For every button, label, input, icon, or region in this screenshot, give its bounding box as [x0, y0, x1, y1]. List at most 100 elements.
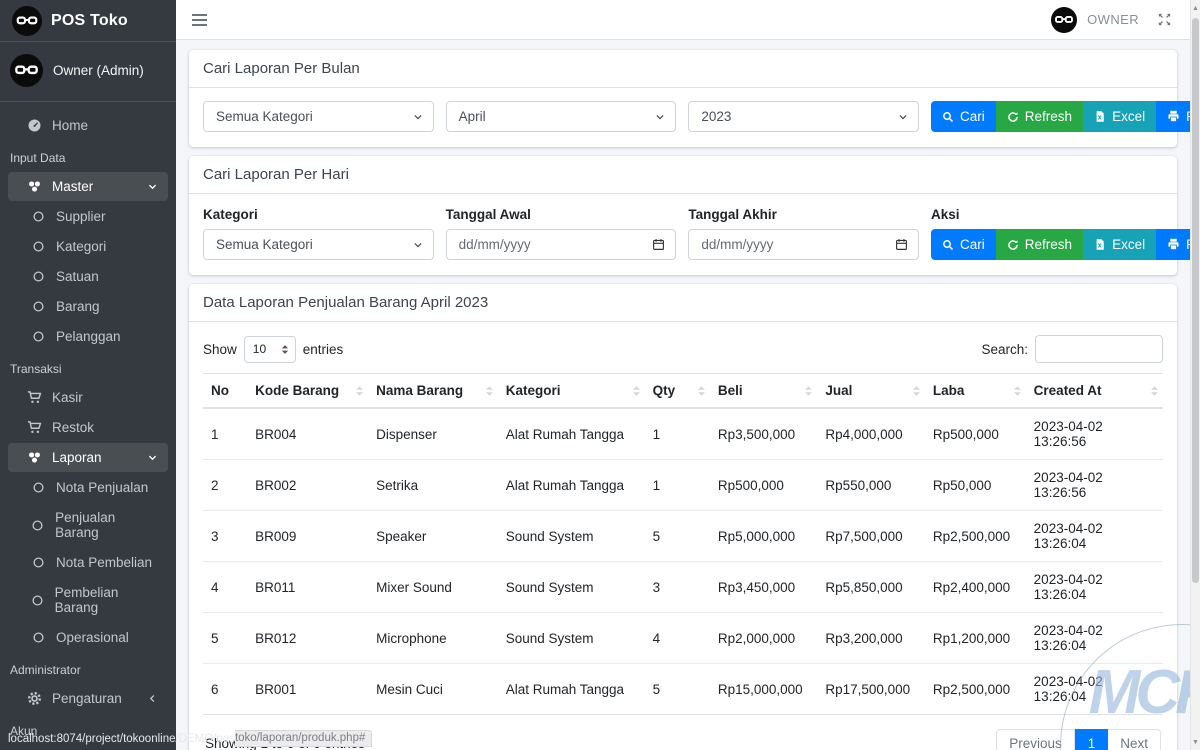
month-select[interactable]: April: [446, 101, 677, 132]
brand[interactable]: POS Toko: [0, 0, 176, 42]
circle-icon: [28, 631, 48, 644]
sidebar-item-operasional[interactable]: Operasional: [8, 623, 168, 652]
search-label: Search:: [981, 342, 1028, 357]
daily-category-value: Semua Kategori: [216, 237, 413, 252]
circle-icon: [28, 519, 47, 532]
sidebar-item-restok[interactable]: Restok: [8, 413, 168, 442]
sidebar-item-laporan[interactable]: Laporan: [8, 443, 168, 472]
previous-page-button[interactable]: Previous: [996, 729, 1075, 750]
show-label: Show: [203, 342, 237, 357]
sidebar-item-label: Restok: [52, 420, 94, 435]
sidebar-item-kategori[interactable]: Kategori: [8, 232, 168, 261]
col-beli[interactable]: Beli: [710, 374, 818, 409]
refresh-label: Refresh: [1025, 109, 1072, 124]
cari-label: Cari: [960, 109, 985, 124]
col-laba[interactable]: Laba: [925, 374, 1026, 409]
report-table: No Kode Barang Nama Barang Kategori Qty …: [203, 373, 1163, 715]
excel-icon: [1094, 238, 1106, 251]
gear-icon: [24, 691, 44, 706]
kategori-label: Kategori: [203, 207, 434, 222]
scroll-down-icon[interactable]: ▼: [1191, 736, 1200, 748]
search-icon: [942, 239, 954, 251]
sort-icon: [1150, 385, 1159, 397]
next-page-button[interactable]: Next: [1108, 729, 1161, 750]
refresh-button[interactable]: Refresh: [996, 101, 1083, 132]
cari-label: Cari: [960, 237, 985, 252]
cari-button[interactable]: Cari: [931, 101, 996, 132]
table-header-row: No Kode Barang Nama Barang Kategori Qty …: [203, 374, 1163, 409]
date-start-value: dd/mm/yyyy: [459, 237, 653, 252]
sidebar-item-penjualan-barang[interactable]: Penjualan Barang: [8, 503, 168, 547]
daily-category-select[interactable]: Semua Kategori: [203, 229, 434, 260]
sidebar-item-nota-penjualan[interactable]: Nota Penjualan: [8, 473, 168, 502]
chevron-down-icon: [147, 181, 158, 192]
scrollbar-thumb[interactable]: [1192, 18, 1199, 583]
cell-kode-barang: BR009: [247, 511, 368, 562]
col-no[interactable]: No: [203, 374, 247, 409]
user-avatar: [10, 54, 43, 87]
user-panel[interactable]: Owner (Admin): [0, 42, 176, 102]
cari-button[interactable]: Cari: [931, 229, 996, 260]
search-input[interactable]: [1035, 335, 1163, 363]
sidebar-item-kasir[interactable]: Kasir: [8, 383, 168, 412]
cart-icon: [24, 390, 44, 405]
col-qty[interactable]: Qty: [645, 374, 710, 409]
aksi-label: Aksi: [931, 207, 1163, 222]
cell-beli: Rp15,000,000: [710, 664, 818, 715]
monthly-category-select[interactable]: Semua Kategori: [203, 101, 434, 132]
page-length-select[interactable]: 10: [244, 336, 296, 363]
fullscreen-icon[interactable]: [1157, 12, 1172, 27]
sidebar: POS Toko Owner (Admin) Home Input Data M…: [0, 0, 176, 750]
excel-button[interactable]: Excel: [1083, 101, 1156, 132]
table-row: 5 BR012 Microphone Sound System 4 Rp2,00…: [203, 613, 1163, 664]
cell-created-at: 2023-04-02 13:26:04: [1026, 511, 1163, 562]
nav-section-input-data: Input Data: [0, 141, 176, 171]
excel-button[interactable]: Excel: [1083, 229, 1156, 260]
vertical-scrollbar[interactable]: ▲ ▼: [1190, 0, 1200, 750]
col-nama-barang[interactable]: Nama Barang: [368, 374, 498, 409]
col-kode-barang[interactable]: Kode Barang: [247, 374, 368, 409]
monthly-category-value: Semua Kategori: [216, 109, 413, 124]
sidebar-item-label: Nota Penjualan: [56, 480, 148, 495]
cell-kode-barang: BR012: [247, 613, 368, 664]
cell-laba: Rp500,000: [925, 408, 1026, 460]
col-created-at[interactable]: Created At: [1026, 374, 1163, 409]
col-jual[interactable]: Jual: [817, 374, 925, 409]
menu-toggle-icon[interactable]: [192, 14, 207, 26]
sidebar-item-label: Supplier: [56, 209, 106, 224]
sidebar-item-nota-pembelian[interactable]: Nota Pembelian: [8, 548, 168, 577]
page-1-button[interactable]: 1: [1075, 729, 1109, 750]
sidebar-item-pembelian-barang[interactable]: Pembelian Barang: [8, 578, 168, 622]
sidebar-item-supplier[interactable]: Supplier: [8, 202, 168, 231]
col-kategori[interactable]: Kategori: [498, 374, 645, 409]
cell-qty: 5: [645, 511, 710, 562]
sidebar-item-label: Pengaturan: [52, 691, 122, 706]
scroll-up-icon[interactable]: ▲: [1191, 2, 1200, 14]
chevron-down-icon: [655, 112, 665, 122]
print-icon: [1167, 238, 1180, 251]
date-start-input[interactable]: dd/mm/yyyy: [446, 229, 677, 260]
owner-badge: OWNER: [1087, 12, 1139, 27]
circle-icon: [28, 481, 48, 494]
sidebar-item-barang[interactable]: Barang: [8, 292, 168, 321]
cell-beli: Rp500,000: [710, 460, 818, 511]
sidebar-item-satuan[interactable]: Satuan: [8, 262, 168, 291]
sort-icon: [355, 385, 364, 397]
circle-icon: [28, 210, 48, 223]
sidebar-item-pengaturan[interactable]: Pengaturan: [8, 684, 168, 713]
sidebar-item-pelanggan[interactable]: Pelanggan: [8, 322, 168, 351]
tanggal-akhir-label: Tanggal Akhir: [688, 207, 919, 222]
refresh-button[interactable]: Refresh: [996, 229, 1083, 260]
calendar-icon: [652, 238, 665, 251]
date-end-input[interactable]: dd/mm/yyyy: [688, 229, 919, 260]
cell-kategori: Sound System: [498, 562, 645, 613]
sidebar-item-label: Home: [52, 118, 88, 133]
cell-nama-barang: Setrika: [368, 460, 498, 511]
year-select[interactable]: 2023: [688, 101, 919, 132]
sidebar-item-home[interactable]: Home: [8, 111, 168, 140]
sidebar-item-label: Kategori: [56, 239, 106, 254]
status-url-right: toko/laporan/produk.php#: [235, 730, 372, 747]
excel-label: Excel: [1112, 109, 1145, 124]
cell-kategori: Alat Rumah Tangga: [498, 664, 645, 715]
sidebar-item-master[interactable]: Master: [8, 172, 168, 201]
